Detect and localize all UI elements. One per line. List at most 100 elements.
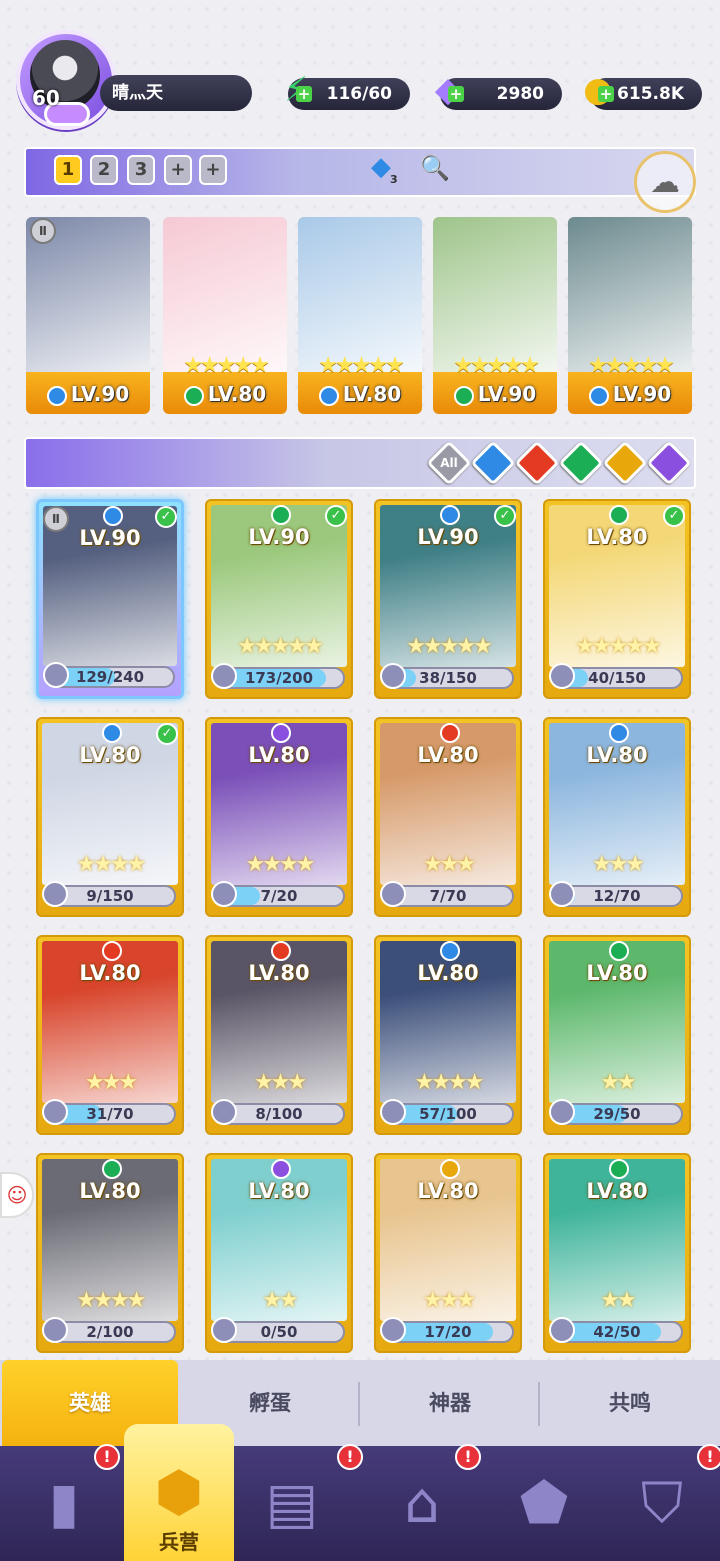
shard-progress-bar: 2/100: [42, 1317, 176, 1343]
mushroom-icon: ⬟: [519, 1471, 569, 1536]
hero-card[interactable]: LV.80 ★★★ 7/70: [374, 717, 522, 917]
team-hero-card[interactable]: ★★★★★ LV.80: [163, 217, 287, 414]
nav-barracks[interactable]: ⬢ 兵营: [124, 1424, 234, 1561]
hero-card[interactable]: LV.80 ★★★ 12/70: [543, 717, 691, 917]
hero-card[interactable]: LV.80 ★★★ 31/70: [36, 935, 184, 1135]
shard-progress-bar: 7/20: [211, 881, 345, 907]
hero-level: LV.80: [417, 743, 479, 767]
add-gem-icon[interactable]: +: [448, 86, 464, 102]
hero-level: LV.90: [26, 382, 150, 406]
nav-mushroom[interactable]: ⬟: [484, 1446, 604, 1561]
hero-level: LV.80: [248, 743, 310, 767]
hero-stars: ★★: [600, 1288, 636, 1313]
fire-element-icon: [271, 941, 291, 961]
search-icon[interactable]: 🔍: [420, 154, 450, 182]
team-tab-2[interactable]: 2: [90, 155, 118, 185]
hero-stars: ★★: [600, 1070, 636, 1095]
team-bar: [24, 147, 696, 197]
shard-progress-bar: 17/20: [380, 1317, 514, 1343]
alert-badge-guild: !: [697, 1444, 720, 1470]
shard-progress-bar: 7/70: [380, 881, 514, 907]
water-element-icon: [588, 385, 609, 406]
shard-icon: [549, 881, 575, 907]
energy-counter[interactable]: ⚡+ 116/60: [284, 73, 410, 110]
hero-level: LV.90: [433, 382, 557, 406]
gold-counter[interactable]: ●+ 615.8K: [583, 73, 702, 110]
gem-icon: ◆+: [426, 68, 470, 112]
water-element-icon: ◆: [371, 152, 391, 182]
shard-icon: [380, 1099, 406, 1125]
team-hero-card[interactable]: ★★★★★ LV.90: [568, 217, 692, 414]
moon-element-icon: [271, 723, 291, 743]
castle-icon: ⌂: [404, 1471, 440, 1536]
hero-card[interactable]: LV.80 ★★★ 17/20: [374, 1153, 522, 1353]
hero-card[interactable]: LV.90 ★★★★★ 38/150 ✓: [374, 499, 522, 699]
hero-stars: ★★★★: [76, 1288, 147, 1313]
water-element-icon: [102, 723, 122, 743]
team-hero-card[interactable]: ★★★★★ LV.80: [298, 217, 422, 414]
guild-banner-icon: ⛉: [641, 1470, 683, 1536]
tab-artifacts[interactable]: 神器: [362, 1360, 538, 1446]
hero-stars: ★★★: [84, 1070, 138, 1095]
team-add-button[interactable]: +: [164, 155, 192, 185]
hero-level: LV.80: [163, 382, 287, 406]
deployed-check-icon: ✓: [663, 505, 685, 527]
hero-level: LV.90: [417, 525, 479, 549]
hero-stars: ★★★★★: [406, 634, 493, 659]
shard-progress-bar: 173/200: [211, 663, 345, 689]
hero-card[interactable]: LV.80 ★★ 0/50: [205, 1153, 353, 1353]
team-hero-card[interactable]: ★★★★★ LV.90: [433, 217, 557, 414]
nav-map[interactable]: ▤: [232, 1446, 352, 1561]
gold-coin-icon: ●+: [576, 68, 620, 112]
team-add-button-2[interactable]: +: [199, 155, 227, 185]
alert-badge-map: !: [337, 1444, 363, 1470]
hero-stars: ★★★★: [76, 852, 147, 877]
team-water-count: 3: [390, 173, 398, 186]
add-energy-icon[interactable]: +: [296, 86, 312, 102]
hero-card[interactable]: LV.80 ★★★★ 7/20: [205, 717, 353, 917]
hero-card[interactable]: LV.80 ★★★★ 2/100: [36, 1153, 184, 1353]
hero-card[interactable]: LV.80 ★★★ 8/100: [205, 935, 353, 1135]
tab-divider: [538, 1382, 540, 1426]
hero-card[interactable]: LV.80 ★★★★ 9/150 ✓: [36, 717, 184, 917]
shard-progress-bar: 31/70: [42, 1099, 176, 1125]
shard-icon: [380, 881, 406, 907]
hero-card[interactable]: LV.80 ★★ 42/50: [543, 1153, 691, 1353]
shard-icon: [43, 662, 69, 688]
filter-all-label: All: [440, 456, 458, 470]
hero-stars: ★★★★★: [588, 353, 675, 378]
hero-card[interactable]: LV.80 ★★★★★ 40/150 ✓: [543, 499, 691, 699]
tab-resonance[interactable]: 共鸣: [542, 1360, 718, 1446]
shard-icon: [211, 1317, 237, 1343]
hero-card[interactable]: LV.80 ★★ 29/50: [543, 935, 691, 1135]
water-element-icon: [609, 723, 629, 743]
hero-level-text: LV.80: [207, 382, 267, 406]
wind-element-icon: [183, 385, 204, 406]
hero-stars: ★★★: [591, 852, 645, 877]
gem-counter[interactable]: ◆+ 2980: [435, 73, 562, 110]
add-gold-icon[interactable]: +: [598, 86, 614, 102]
team-hero-card[interactable]: LV.90: [26, 217, 150, 414]
shard-icon: [380, 663, 406, 689]
map-icon: ▤: [265, 1471, 319, 1536]
deployed-check-icon: ✓: [155, 506, 177, 528]
hero-card[interactable]: LV.80 ★★★★ 57/100: [374, 935, 522, 1135]
hero-card[interactable]: LV.90 ★★★★★ 173/200 ✓: [205, 499, 353, 699]
hero-stars: ★★★★★: [453, 353, 540, 378]
hero-level: LV.90: [568, 382, 692, 406]
hero-level: LV.80: [248, 961, 310, 985]
wind-element-icon: [271, 505, 291, 525]
team-tab-1[interactable]: 1: [54, 155, 82, 185]
energy-value: 116/60: [326, 84, 392, 104]
team-tab-3[interactable]: 3: [127, 155, 155, 185]
rank-badge-icon: Ⅱ: [30, 218, 56, 244]
nav-barracks-label: 兵营: [159, 1530, 199, 1554]
camera-button[interactable]: ☁: [634, 151, 696, 213]
hero-level: LV.80: [79, 961, 141, 985]
hero-stars: ★★★★★: [237, 634, 324, 659]
hero-level: LV.80: [586, 961, 648, 985]
hero-card[interactable]: LV.90 129/240 ✓ Ⅱ: [36, 499, 184, 699]
hero-level-text: LV.90: [70, 382, 130, 406]
shard-progress-bar: 8/100: [211, 1099, 345, 1125]
player-name: 晴灬天: [100, 75, 252, 111]
